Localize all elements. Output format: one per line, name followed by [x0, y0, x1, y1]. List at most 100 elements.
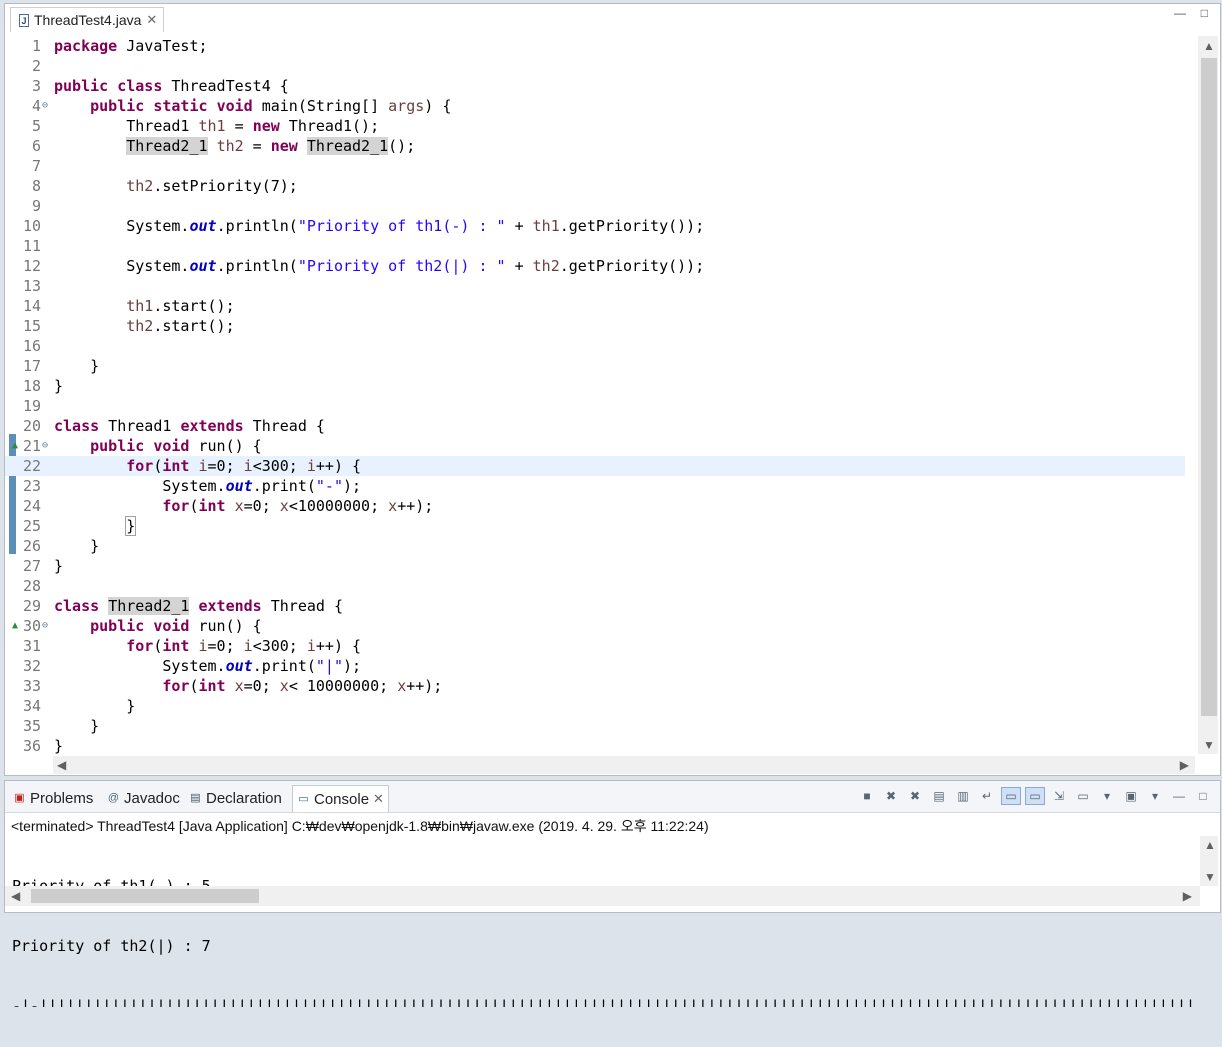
code-line[interactable]: 21 ⊖ ▲ public void run() { [5, 436, 1185, 456]
minimize-icon[interactable]: — [1170, 788, 1188, 804]
console-horizontal-scrollbar[interactable]: ◀ ▶ [5, 886, 1200, 906]
line-number: 14 [22, 297, 41, 315]
scroll-up-icon[interactable]: ▲ [1203, 39, 1215, 53]
code-line[interactable]: 22 for(int i=0; i<300; i++) { [5, 456, 1185, 476]
code-area[interactable]: 1 package JavaTest; 2 3 public class ThreadT… [5, 36, 1185, 756]
console-scroll-thumb[interactable] [31, 889, 259, 903]
code-line[interactable]: 15 th2.start(); [5, 316, 1185, 336]
code-line[interactable]: 9 [5, 196, 1185, 216]
display-console-icon[interactable]: ▭ [1074, 788, 1092, 804]
line-number: 15 [22, 317, 41, 335]
code-line[interactable]: 6 Thread2_1 th2 = new Thread2_1(); [5, 136, 1185, 156]
minimize-button[interactable]: — [1174, 6, 1186, 20]
code-line[interactable]: 11 [5, 236, 1185, 256]
code-line[interactable]: 4 ⊖ public static void main(String[] args… [5, 96, 1185, 116]
view-tab-bar: ▣ Problems @ Javadoc ▤ Declaration ▭ Con… [5, 781, 1220, 813]
editor-vertical-scrollbar[interactable]: ▲ ▼ [1198, 36, 1218, 754]
line-number: 20 [22, 417, 41, 435]
scroll-right-icon[interactable]: ▶ [1183, 889, 1192, 903]
maximize-button[interactable]: □ [1201, 6, 1208, 20]
line-number: 5 [31, 117, 41, 135]
scroll-right-icon[interactable]: ▶ [1180, 758, 1189, 772]
scroll-up-icon[interactable]: ▲ [1204, 838, 1216, 852]
code-line[interactable]: 18} [5, 376, 1185, 396]
code-line[interactable]: 1 package JavaTest; [5, 36, 1185, 56]
line-number: 4 [31, 97, 41, 115]
code-line[interactable]: 28 [5, 576, 1185, 596]
code-line[interactable]: 25 } [5, 516, 1185, 536]
code-line[interactable]: 7 [5, 156, 1185, 176]
java-editor[interactable]: J ThreadTest4.java ✕ — □ 1 package JavaTe… [4, 3, 1221, 776]
terminate-icon[interactable]: ■ [858, 788, 876, 804]
tab-javadoc[interactable]: @ Javadoc [103, 785, 184, 811]
code-line[interactable]: 36} [5, 736, 1185, 756]
code-line[interactable]: 27} [5, 556, 1185, 576]
code-text: } [54, 717, 100, 735]
show-on-stdout-icon[interactable]: ▭ [1001, 787, 1021, 805]
code-line[interactable]: 26 } [5, 536, 1185, 556]
editor-horizontal-scrollbar[interactable]: ◀ ▶ [53, 756, 1195, 774]
code-line[interactable]: 10 System.out.println("Priority of th1(-… [5, 216, 1185, 236]
code-text: Thread1 th1 = new Thread1(); [54, 117, 380, 135]
dropdown-icon[interactable]: ▾ [1146, 788, 1164, 804]
remove-launch-icon[interactable]: ✖ [882, 788, 900, 804]
tab-declaration[interactable]: ▤ Declaration [185, 785, 286, 811]
code-text: th1.start(); [126, 297, 235, 315]
code-text: } [54, 737, 64, 755]
clear-console-icon[interactable]: ▤ [930, 788, 948, 804]
console-vertical-scrollbar[interactable]: ▲ ▼ [1200, 836, 1218, 886]
line-number: 19 [22, 397, 41, 415]
remove-all-terminated-icon[interactable]: ✖ [906, 788, 924, 804]
open-console-icon[interactable]: ▣ [1122, 788, 1140, 804]
fold-collapse-icon[interactable]: ⊖ [42, 616, 48, 636]
tab-problems[interactable]: ▣ Problems [9, 785, 97, 811]
console-output[interactable]: Priority of th1(-) : 5 Priority of th2(|… [12, 836, 1192, 1047]
fold-collapse-icon[interactable]: ⊖ [42, 96, 48, 116]
code-line[interactable]: 2 [5, 56, 1185, 76]
close-icon[interactable]: ✕ [146, 12, 157, 28]
code-text: System.out.print("-"); [54, 477, 362, 495]
code-line[interactable]: 29 class Thread2_1 extends Thread { [5, 596, 1185, 616]
pin-console-icon[interactable]: ⇲ [1050, 788, 1068, 804]
line-number: 8 [31, 177, 41, 195]
code-line[interactable]: 14 th1.start(); [5, 296, 1185, 316]
code-line[interactable]: 16 [5, 336, 1185, 356]
javadoc-icon: @ [107, 791, 120, 804]
code-line[interactable]: 32 System.out.print("|"); [5, 656, 1185, 676]
code-line[interactable]: 12 System.out.println("Priority of th2(|… [5, 256, 1185, 276]
code-text: package JavaTest; [54, 37, 208, 55]
fold-collapse-icon[interactable]: ⊖ [42, 436, 48, 456]
scroll-left-icon[interactable]: ◀ [57, 758, 66, 772]
terminated-status: <terminated> ThreadTest4 [Java Applicati… [11, 818, 709, 834]
show-on-stderr-icon[interactable]: ▭ [1025, 787, 1045, 805]
code-line[interactable]: 33 for(int x=0; x< 10000000; x++); [5, 676, 1185, 696]
dropdown-icon[interactable]: ▾ [1098, 788, 1116, 804]
maximize-icon[interactable]: □ [1194, 788, 1212, 804]
code-line[interactable]: 13 [5, 276, 1185, 296]
code-line[interactable]: 19 [5, 396, 1185, 416]
code-line[interactable]: 5 Thread1 th1 = new Thread1(); [5, 116, 1185, 136]
editor-tab-threadtest4[interactable]: J ThreadTest4.java ✕ [10, 7, 165, 32]
code-text: } [54, 697, 136, 715]
tab-console[interactable]: ▭ Console ✕ [292, 785, 389, 812]
code-line[interactable]: 23 System.out.print("-"); [5, 476, 1185, 496]
code-line[interactable]: 30 ⊖ ▲ public void run() { [5, 616, 1185, 636]
code-line[interactable]: 31 for(int i=0; i<300; i++) { [5, 636, 1185, 656]
scroll-down-icon[interactable]: ▼ [1204, 870, 1216, 884]
line-number: 22 [22, 457, 41, 475]
scroll-down-icon[interactable]: ▼ [1203, 738, 1215, 752]
scroll-left-icon[interactable]: ◀ [11, 889, 20, 903]
scroll-lock-icon[interactable]: ▥ [954, 788, 972, 804]
code-line[interactable]: 20 class Thread1 extends Thread { [5, 416, 1185, 436]
word-wrap-icon[interactable]: ↵ [978, 788, 996, 804]
code-text: } [125, 516, 137, 536]
code-line[interactable]: 8 th2.setPriority(7); [5, 176, 1185, 196]
code-line[interactable]: 3 public class ThreadTest4 { [5, 76, 1185, 96]
editor-scroll-thumb[interactable] [1201, 58, 1217, 716]
code-text: Thread2_1 th2 = new Thread2_1(); [126, 137, 416, 155]
code-line[interactable]: 24 for(int x=0; x<10000000; x++); [5, 496, 1185, 516]
code-line[interactable]: 34 } [5, 696, 1185, 716]
code-line[interactable]: 17 } [5, 356, 1185, 376]
code-line[interactable]: 35 } [5, 716, 1185, 736]
close-console-icon[interactable]: ✕ [373, 791, 384, 807]
